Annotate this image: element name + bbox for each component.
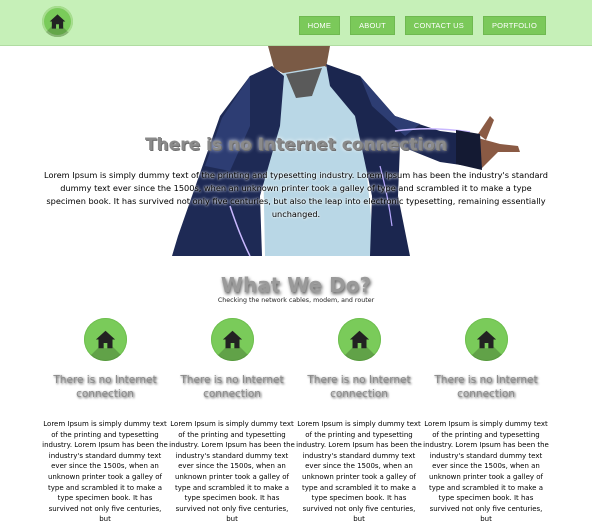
hero-text: Lorem Ipsum is simply dummy text of the …	[44, 170, 548, 219]
home-icon	[222, 330, 243, 349]
section-title: What We Do?	[220, 273, 372, 297]
home-icon	[95, 330, 116, 349]
hero-title: There is no Internet connection	[144, 135, 448, 155]
hero-banner: There is no Internet connection Lorem Ip…	[0, 46, 592, 256]
section-subtitle: Checking the network cables, modem, and …	[217, 297, 375, 304]
feature-title: There is no Internet connection	[307, 374, 411, 400]
home-icon	[49, 14, 66, 29]
main-nav: HOME ABOUT CONTACT US PORTFOLIO	[298, 16, 546, 35]
nav-home[interactable]: HOME	[298, 16, 341, 35]
feature-text: Lorem Ipsum is simply dummy text of the …	[42, 420, 168, 524]
feature-text: Lorem Ipsum is simply dummy text of the …	[296, 420, 422, 524]
feature-home-icon	[211, 318, 254, 361]
feature-text: Lorem Ipsum is simply dummy text of the …	[169, 420, 295, 524]
nav-about[interactable]: ABOUT	[350, 16, 395, 35]
feature-title: There is no Internet connection	[53, 374, 157, 400]
home-icon	[349, 330, 370, 349]
feature-home-icon	[338, 318, 381, 361]
nav-contact-us[interactable]: CONTACT US	[404, 16, 473, 35]
home-icon	[476, 330, 497, 349]
feature-home-icon	[84, 318, 127, 361]
nav-portfolio[interactable]: PORTFOLIO	[482, 16, 546, 35]
feature-title: There is no Internet connection	[434, 374, 538, 400]
home-logo-icon[interactable]	[42, 6, 73, 37]
feature-home-icon	[465, 318, 508, 361]
feature-text: Lorem Ipsum is simply dummy text of the …	[423, 420, 549, 524]
feature-title: There is no Internet connection	[180, 374, 284, 400]
header: HOME ABOUT CONTACT US PORTFOLIO	[0, 0, 592, 46]
